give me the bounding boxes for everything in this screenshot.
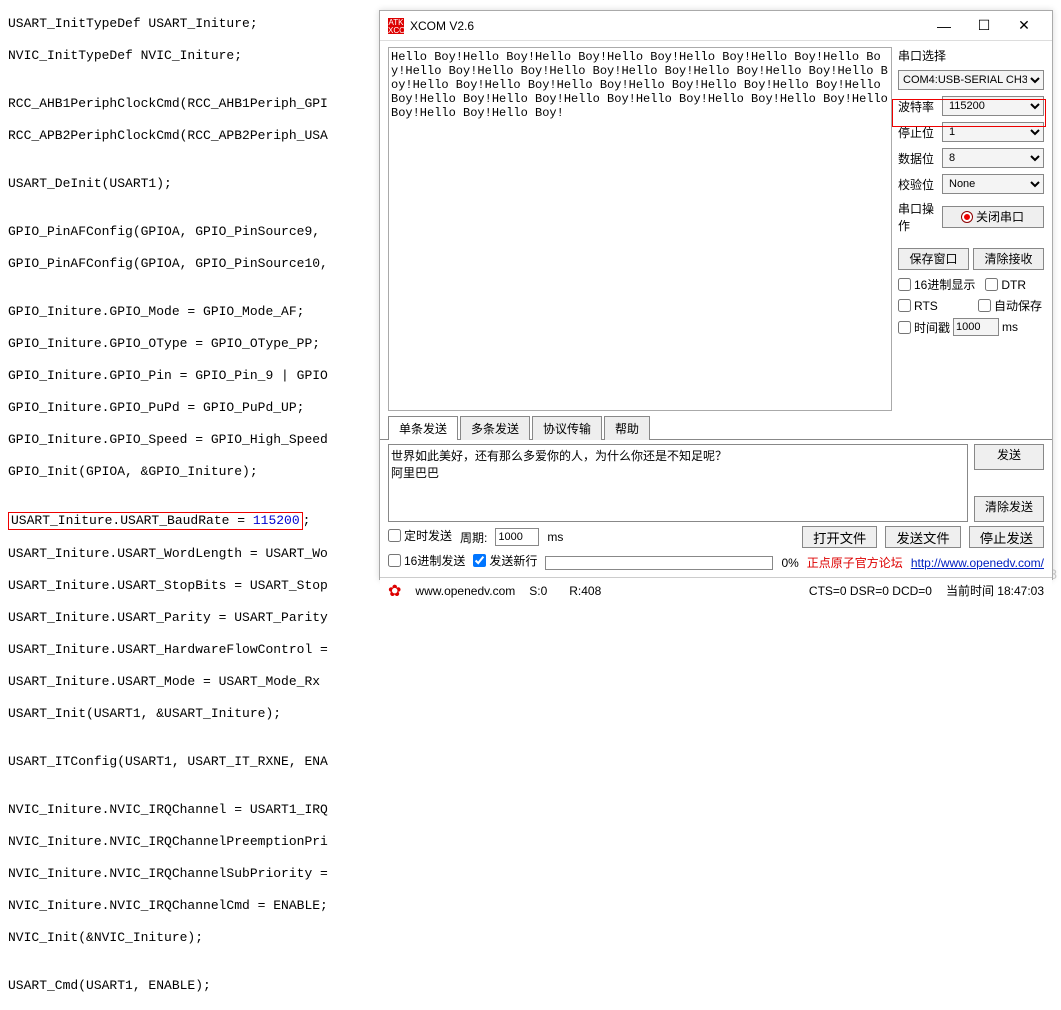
tab-help[interactable]: 帮助 bbox=[604, 416, 650, 440]
serial-op-label: 串口操作 bbox=[898, 200, 942, 234]
timestamp-label: 时间戳 bbox=[914, 319, 950, 336]
hex-display-checkbox[interactable]: 16进制显示 bbox=[898, 276, 975, 293]
close-button[interactable]: ✕ bbox=[1004, 12, 1044, 40]
timed-send-checkbox[interactable]: 定时发送 bbox=[388, 527, 452, 544]
serial-config-panel: 串口选择 COM4:USB-SERIAL CH340 波特率 115200 停止… bbox=[896, 41, 1052, 413]
forum-text: 正点原子官方论坛 bbox=[807, 554, 903, 571]
maximize-button[interactable]: ☐ bbox=[964, 12, 1004, 40]
status-time: 当前时间 18:47:03 bbox=[946, 582, 1044, 599]
gear-icon[interactable]: ✿ bbox=[388, 581, 401, 601]
port-select[interactable]: COM4:USB-SERIAL CH340 bbox=[898, 70, 1044, 90]
port-label: 串口选择 bbox=[898, 47, 1044, 64]
forum-link[interactable]: http://www.openedv.com/ bbox=[911, 556, 1044, 570]
databit-select[interactable]: 8 bbox=[942, 148, 1044, 168]
send-button[interactable]: 发送 bbox=[974, 444, 1044, 470]
rts-checkbox[interactable]: RTS bbox=[898, 297, 968, 314]
close-port-button[interactable]: 关闭串口 bbox=[942, 206, 1044, 228]
databit-label: 数据位 bbox=[898, 150, 942, 167]
period-input[interactable] bbox=[495, 528, 539, 546]
clear-recv-button[interactable]: 清除接收 bbox=[973, 248, 1044, 270]
period-unit: ms bbox=[547, 530, 563, 544]
timestamp-interval-input[interactable] bbox=[953, 318, 999, 336]
app-icon: ATKXCOM bbox=[388, 18, 404, 34]
save-window-button[interactable]: 保存窗口 bbox=[898, 248, 969, 270]
window-title: XCOM V2.6 bbox=[410, 19, 924, 33]
period-label: 周期: bbox=[460, 529, 487, 546]
timestamp-checkbox[interactable] bbox=[898, 321, 911, 334]
progress-bar bbox=[545, 556, 773, 570]
xcom-window: ATKXCOM XCOM V2.6 — ☐ ✕ Hello Boy!Hello … bbox=[379, 10, 1053, 580]
autosave-checkbox[interactable]: 自动保存 bbox=[978, 297, 1042, 314]
record-icon bbox=[962, 212, 972, 222]
send-file-button[interactable]: 发送文件 bbox=[885, 526, 960, 548]
progress-percent: 0% bbox=[781, 556, 798, 570]
tab-single-send[interactable]: 单条发送 bbox=[388, 416, 458, 440]
baud-highlight-box bbox=[892, 99, 1046, 127]
code-editor: USART_InitTypeDef USART_Initure; NVIC_In… bbox=[8, 0, 378, 586]
tab-protocol[interactable]: 协议传输 bbox=[532, 416, 602, 440]
send-newline-checkbox[interactable]: 发送新行 bbox=[473, 552, 537, 569]
tab-multi-send[interactable]: 多条发送 bbox=[460, 416, 530, 440]
send-tabs: 单条发送 多条发送 协议传输 帮助 bbox=[380, 415, 1052, 440]
status-bar: ✿ www.openedv.com S:0 R:408 CTS=0 DSR=0 … bbox=[380, 577, 1052, 603]
dtr-checkbox[interactable]: DTR bbox=[985, 276, 1026, 293]
ms-label: ms bbox=[1002, 320, 1018, 334]
minimize-button[interactable]: — bbox=[924, 12, 964, 40]
open-file-button[interactable]: 打开文件 bbox=[802, 526, 877, 548]
send-textarea[interactable]: 世界如此美好，还有那么多爱你的人，为什么你还是不知足呢？ 阿里巴巴 bbox=[388, 444, 968, 522]
clear-send-button[interactable]: 清除发送 bbox=[974, 496, 1044, 522]
parity-select[interactable]: None bbox=[942, 174, 1044, 194]
titlebar[interactable]: ATKXCOM XCOM V2.6 — ☐ ✕ bbox=[380, 11, 1052, 41]
stop-send-button[interactable]: 停止发送 bbox=[969, 526, 1044, 548]
parity-label: 校验位 bbox=[898, 176, 942, 193]
receive-textarea[interactable]: Hello Boy!Hello Boy!Hello Boy!Hello Boy!… bbox=[388, 47, 892, 411]
hex-send-checkbox[interactable]: 16进制发送 bbox=[388, 552, 465, 569]
baud-line-highlight: USART_Initure.USART_BaudRate = 115200 bbox=[8, 512, 303, 530]
